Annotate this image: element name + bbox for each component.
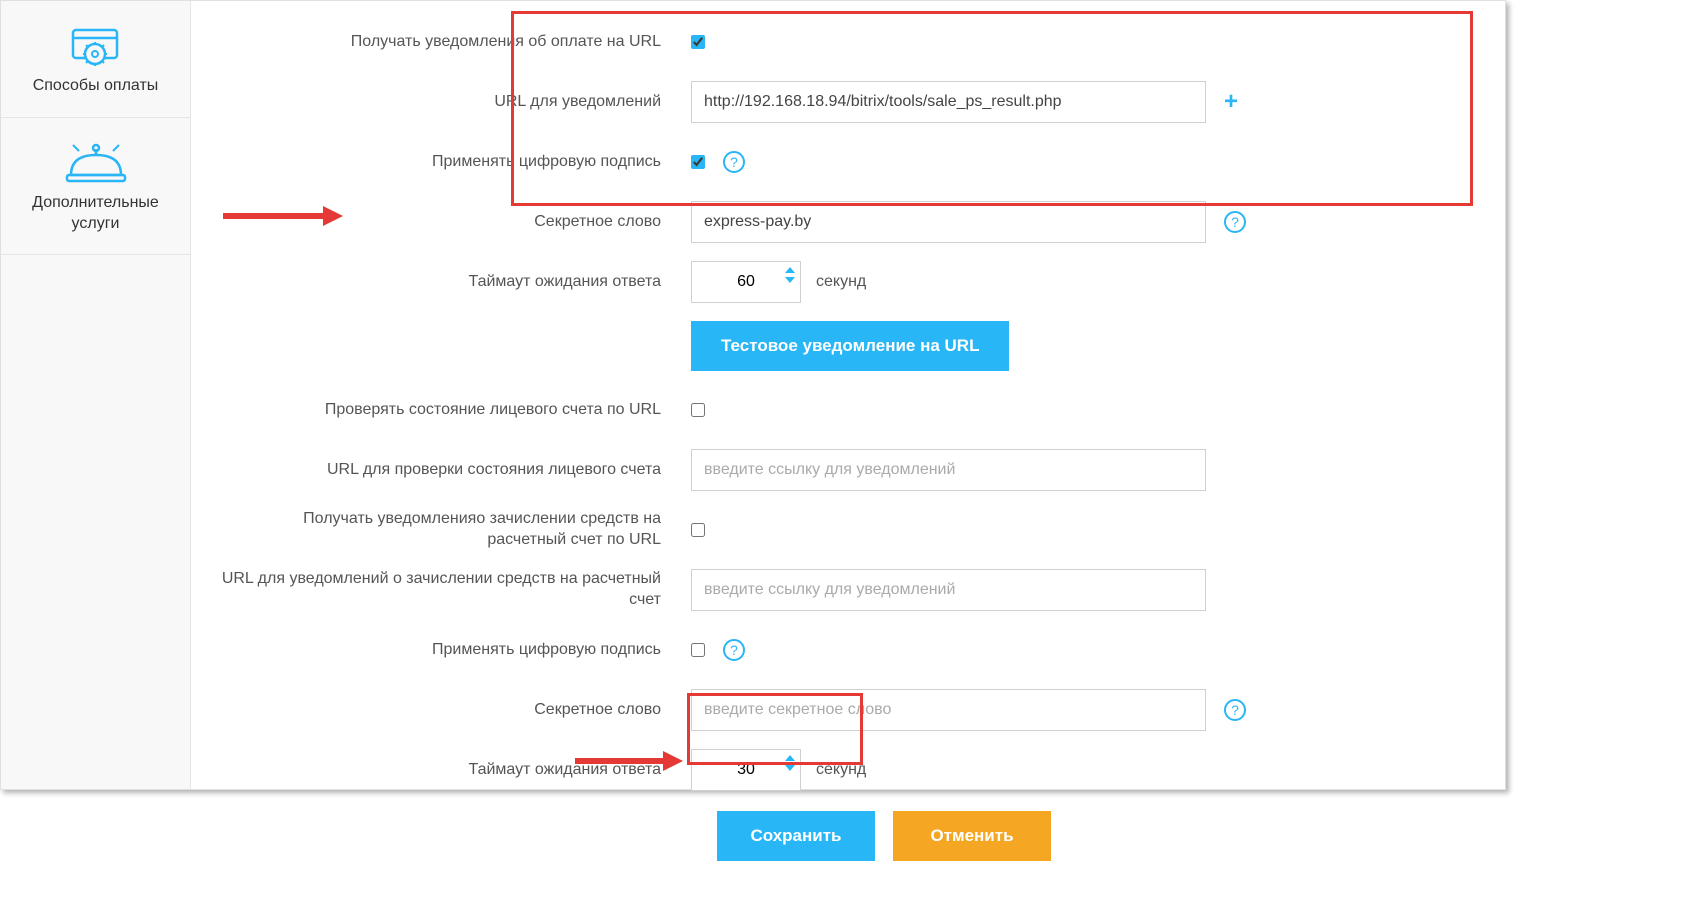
main-form-area: Получать уведомления об оплате на URL UR… bbox=[191, 1, 1505, 789]
check-url-label: URL для проверки состояния лицевого счет… bbox=[221, 460, 691, 481]
timeout-label: Таймаут ожидания ответа bbox=[221, 272, 691, 293]
service-bell-icon bbox=[11, 143, 180, 183]
check-url-input[interactable] bbox=[691, 449, 1206, 491]
annotation-arrow-icon bbox=[223, 204, 343, 228]
apply-signature2-checkbox[interactable] bbox=[691, 643, 705, 657]
sidebar: Способы оплаты Дополнительные услуги bbox=[1, 1, 191, 789]
check-account-label: Проверять состояние лицевого счета по UR… bbox=[221, 400, 691, 421]
wallet-gear-icon bbox=[11, 26, 180, 66]
spinner-down-icon[interactable] bbox=[785, 277, 795, 283]
apply-signature2-label: Применять цифровую подпись bbox=[221, 640, 691, 661]
credit-url-label: URL для уведомлений о зачислении средств… bbox=[221, 569, 691, 611]
secret-word2-input[interactable] bbox=[691, 689, 1206, 731]
annotation-arrow-icon bbox=[575, 749, 683, 773]
notify-url-checkbox[interactable] bbox=[691, 35, 705, 49]
notify-url-input[interactable] bbox=[691, 81, 1206, 123]
secret-word2-label: Секретное слово bbox=[221, 700, 691, 721]
help-icon[interactable]: ? bbox=[1224, 211, 1246, 233]
timeout-unit: секунд bbox=[816, 273, 866, 291]
spinner-down-icon[interactable] bbox=[785, 765, 795, 771]
apply-signature-checkbox[interactable] bbox=[691, 155, 705, 169]
credit-notify-label: Получать уведомленияо зачислении средств… bbox=[221, 509, 691, 551]
notify-url-checkbox-label: Получать уведомления об оплате на URL bbox=[221, 32, 691, 53]
sidebar-item-payment-methods[interactable]: Способы оплаты bbox=[1, 1, 190, 118]
help-icon[interactable]: ? bbox=[723, 151, 745, 173]
sidebar-item-label: Дополнительные услуги bbox=[11, 193, 180, 235]
sidebar-item-label: Способы оплаты bbox=[11, 76, 180, 97]
notify-url-label: URL для уведомлений bbox=[221, 92, 691, 113]
secret-word-input[interactable] bbox=[691, 201, 1206, 243]
sidebar-item-additional-services[interactable]: Дополнительные услуги bbox=[1, 118, 190, 256]
spinner-up-icon[interactable] bbox=[785, 267, 795, 273]
check-account-checkbox[interactable] bbox=[691, 403, 705, 417]
credit-notify-checkbox[interactable] bbox=[691, 523, 705, 537]
help-icon[interactable]: ? bbox=[1224, 699, 1246, 721]
save-button[interactable]: Сохранить bbox=[717, 811, 875, 861]
test-notification-button[interactable]: Тестовое уведомление на URL bbox=[691, 321, 1009, 371]
timeout2-unit: секунд bbox=[816, 761, 866, 779]
spinner-up-icon[interactable] bbox=[785, 755, 795, 761]
credit-url-input[interactable] bbox=[691, 569, 1206, 611]
cancel-button[interactable]: Отменить bbox=[893, 811, 1051, 861]
add-url-button[interactable]: + bbox=[1224, 88, 1238, 116]
help-icon[interactable]: ? bbox=[723, 639, 745, 661]
apply-signature-label: Применять цифровую подпись bbox=[221, 152, 691, 173]
